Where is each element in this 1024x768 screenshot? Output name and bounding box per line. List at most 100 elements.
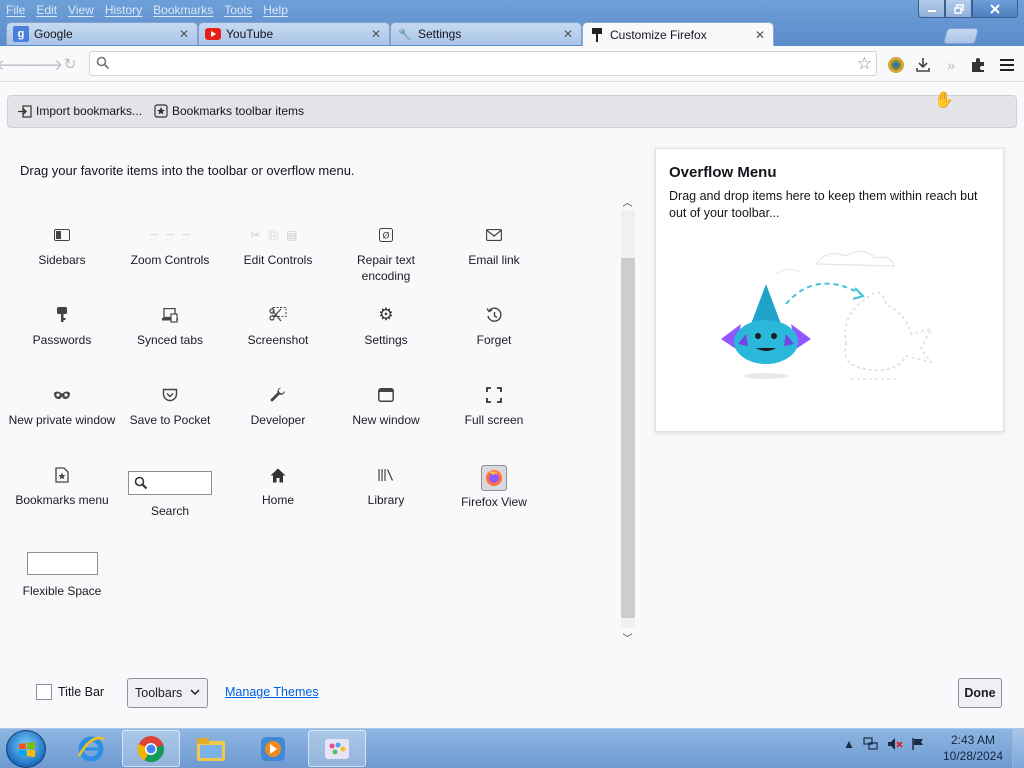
palette-item-edit-controls[interactable]: ✂⎘▤ Edit Controls	[224, 225, 332, 268]
reload-icon: ↻	[63, 56, 77, 73]
tab-customize-firefox[interactable]: Customize Firefox ✕	[582, 22, 774, 46]
show-hidden-icons-icon[interactable]: ▲	[843, 737, 855, 754]
network-icon[interactable]	[863, 737, 879, 754]
menu-help[interactable]: Help	[257, 0, 293, 20]
show-desktop-button[interactable]	[1012, 729, 1024, 768]
palette-item-label: Flexible Space	[22, 584, 102, 598]
palette-item-zoom-controls[interactable]: Zoom Controls	[116, 225, 224, 268]
title-bar-label: Title Bar	[58, 685, 105, 699]
palette-item-library[interactable]: Library	[332, 465, 440, 508]
menu-tools[interactable]: Tools	[218, 0, 257, 20]
new-tab-button[interactable]	[942, 28, 980, 44]
tab-close-icon[interactable]: ✕	[177, 27, 191, 41]
chrome-icon	[137, 735, 164, 762]
palette-item-label: Full screen	[464, 413, 524, 427]
action-center-flag-icon[interactable]	[911, 737, 925, 754]
menu-view[interactable]: View	[62, 0, 99, 20]
tab-close-icon[interactable]: ✕	[369, 27, 383, 41]
palette-item-email-link[interactable]: Email link	[440, 225, 548, 268]
taskbar-internet-explorer[interactable]	[62, 730, 120, 767]
palette-item-settings[interactable]: ⚙ Settings	[332, 305, 440, 348]
volume-muted-icon[interactable]	[887, 737, 903, 754]
tab-close-icon[interactable]: ✕	[753, 28, 767, 42]
palette-item-home[interactable]: Home	[224, 465, 332, 508]
palette-item-bookmarks-menu[interactable]: Bookmarks menu	[8, 465, 116, 508]
minimize-button[interactable]	[918, 0, 945, 18]
title-bar-checkbox[interactable]	[36, 684, 52, 700]
palette-item-developer[interactable]: Developer	[224, 385, 332, 428]
wrench-icon	[224, 385, 332, 405]
palette-item-sidebars[interactable]: Sidebars	[8, 225, 116, 268]
palette-item-synced-tabs[interactable]: Synced tabs	[116, 305, 224, 348]
tab-label: Settings	[418, 27, 462, 41]
internet-explorer-icon	[77, 736, 105, 761]
palette-item-label: Developer	[250, 413, 306, 427]
scroll-up-arrow-icon[interactable]: ︿	[619, 194, 636, 209]
done-button[interactable]: Done	[958, 678, 1002, 708]
pocket-icon	[116, 385, 224, 405]
scroll-down-arrow-icon[interactable]: ﹀	[619, 630, 636, 645]
close-window-button[interactable]	[972, 0, 1018, 18]
bookmarks-menu-icon	[8, 465, 116, 485]
palette-item-flexible-space[interactable]: Flexible Space	[8, 552, 116, 599]
tab-youtube[interactable]: YouTube ✕	[198, 22, 390, 45]
overflow-menu-title: Overflow Menu	[669, 164, 777, 181]
palette-item-screenshot[interactable]: Screenshot	[224, 305, 332, 348]
paint-palette-icon	[325, 738, 349, 759]
tab-google[interactable]: g Google ✕	[6, 22, 198, 45]
reload-button[interactable]: ↻	[60, 54, 80, 74]
palette-item-search[interactable]: Search	[116, 471, 224, 519]
palette-item-new-private-window[interactable]: New private window	[8, 385, 116, 428]
palette-item-firefox-view[interactable]: Firefox View	[440, 465, 548, 510]
clock-date: 10/28/2024	[942, 749, 1004, 763]
toolbars-dropdown[interactable]: Toolbars	[127, 678, 208, 708]
palette-item-label: Bookmarks menu	[15, 493, 109, 507]
menu-edit[interactable]: Edit	[30, 0, 62, 20]
palette-item-label: Edit Controls	[243, 253, 313, 267]
overflow-menu-panel[interactable]: Overflow Menu Drag and drop items here t…	[655, 148, 1004, 432]
taskbar-file-explorer[interactable]	[182, 730, 240, 767]
restore-icon	[953, 3, 964, 14]
palette-item-full-screen[interactable]: Full screen	[440, 385, 548, 428]
start-button[interactable]	[6, 730, 46, 768]
downloads-icon[interactable]	[912, 54, 934, 76]
bookmarks-toolbar[interactable]: Import bookmarks... Bookmarks toolbar it…	[7, 95, 1017, 128]
profile-extension-icon[interactable]	[885, 54, 907, 76]
taskbar-clock[interactable]: 2:43 AM 10/28/2024	[940, 732, 1006, 764]
key-icon	[8, 305, 116, 325]
taskbar-paint-app[interactable]	[308, 730, 366, 767]
bookmarks-toolbar-items[interactable]: Bookmarks toolbar items	[154, 104, 304, 118]
extensions-puzzle-icon[interactable]	[967, 54, 989, 76]
wrench-icon: 🔧	[398, 28, 412, 41]
restore-button[interactable]	[945, 0, 972, 18]
palette-item-repair-text-encoding[interactable]: Ø Repair text encoding	[332, 225, 440, 284]
library-icon	[332, 465, 440, 485]
youtube-icon	[205, 26, 221, 42]
overflow-chevron-icon[interactable]: »	[940, 54, 962, 76]
palette-item-label: New window	[352, 413, 420, 427]
minimize-icon	[927, 9, 936, 12]
taskbar-chrome[interactable]	[122, 730, 180, 767]
palette-item-forget[interactable]: Forget	[440, 305, 548, 348]
menu-bookmarks[interactable]: Bookmarks	[147, 0, 218, 20]
menu-file[interactable]: File	[0, 0, 30, 20]
search-widget-box	[128, 471, 212, 495]
tab-label: Google	[34, 27, 73, 41]
menu-history[interactable]: History	[99, 0, 147, 20]
tab-settings[interactable]: 🔧 Settings ✕	[390, 22, 582, 45]
forward-button[interactable]: 🡒	[23, 54, 63, 74]
scroll-thumb[interactable]	[621, 258, 635, 618]
hamburger-menu-icon[interactable]	[996, 54, 1018, 76]
import-bookmarks-button[interactable]: Import bookmarks...	[18, 104, 142, 118]
url-bar[interactable]: ☆	[89, 51, 877, 76]
bookmark-star-icon[interactable]: ☆	[857, 54, 872, 74]
manage-themes-link[interactable]: Manage Themes	[225, 685, 319, 699]
palette-item-passwords[interactable]: Passwords	[8, 305, 116, 348]
tab-close-icon[interactable]: ✕	[561, 27, 575, 41]
palette-item-label: Email link	[468, 253, 520, 267]
palette-item-new-window[interactable]: New window	[332, 385, 440, 428]
palette-scrollbar[interactable]: ︿ ﹀	[619, 194, 636, 645]
window-titlebar: File Edit View History Bookmarks Tools H…	[0, 0, 1024, 46]
palette-item-save-to-pocket[interactable]: Save to Pocket	[116, 385, 224, 428]
taskbar-media-player[interactable]	[244, 730, 302, 767]
